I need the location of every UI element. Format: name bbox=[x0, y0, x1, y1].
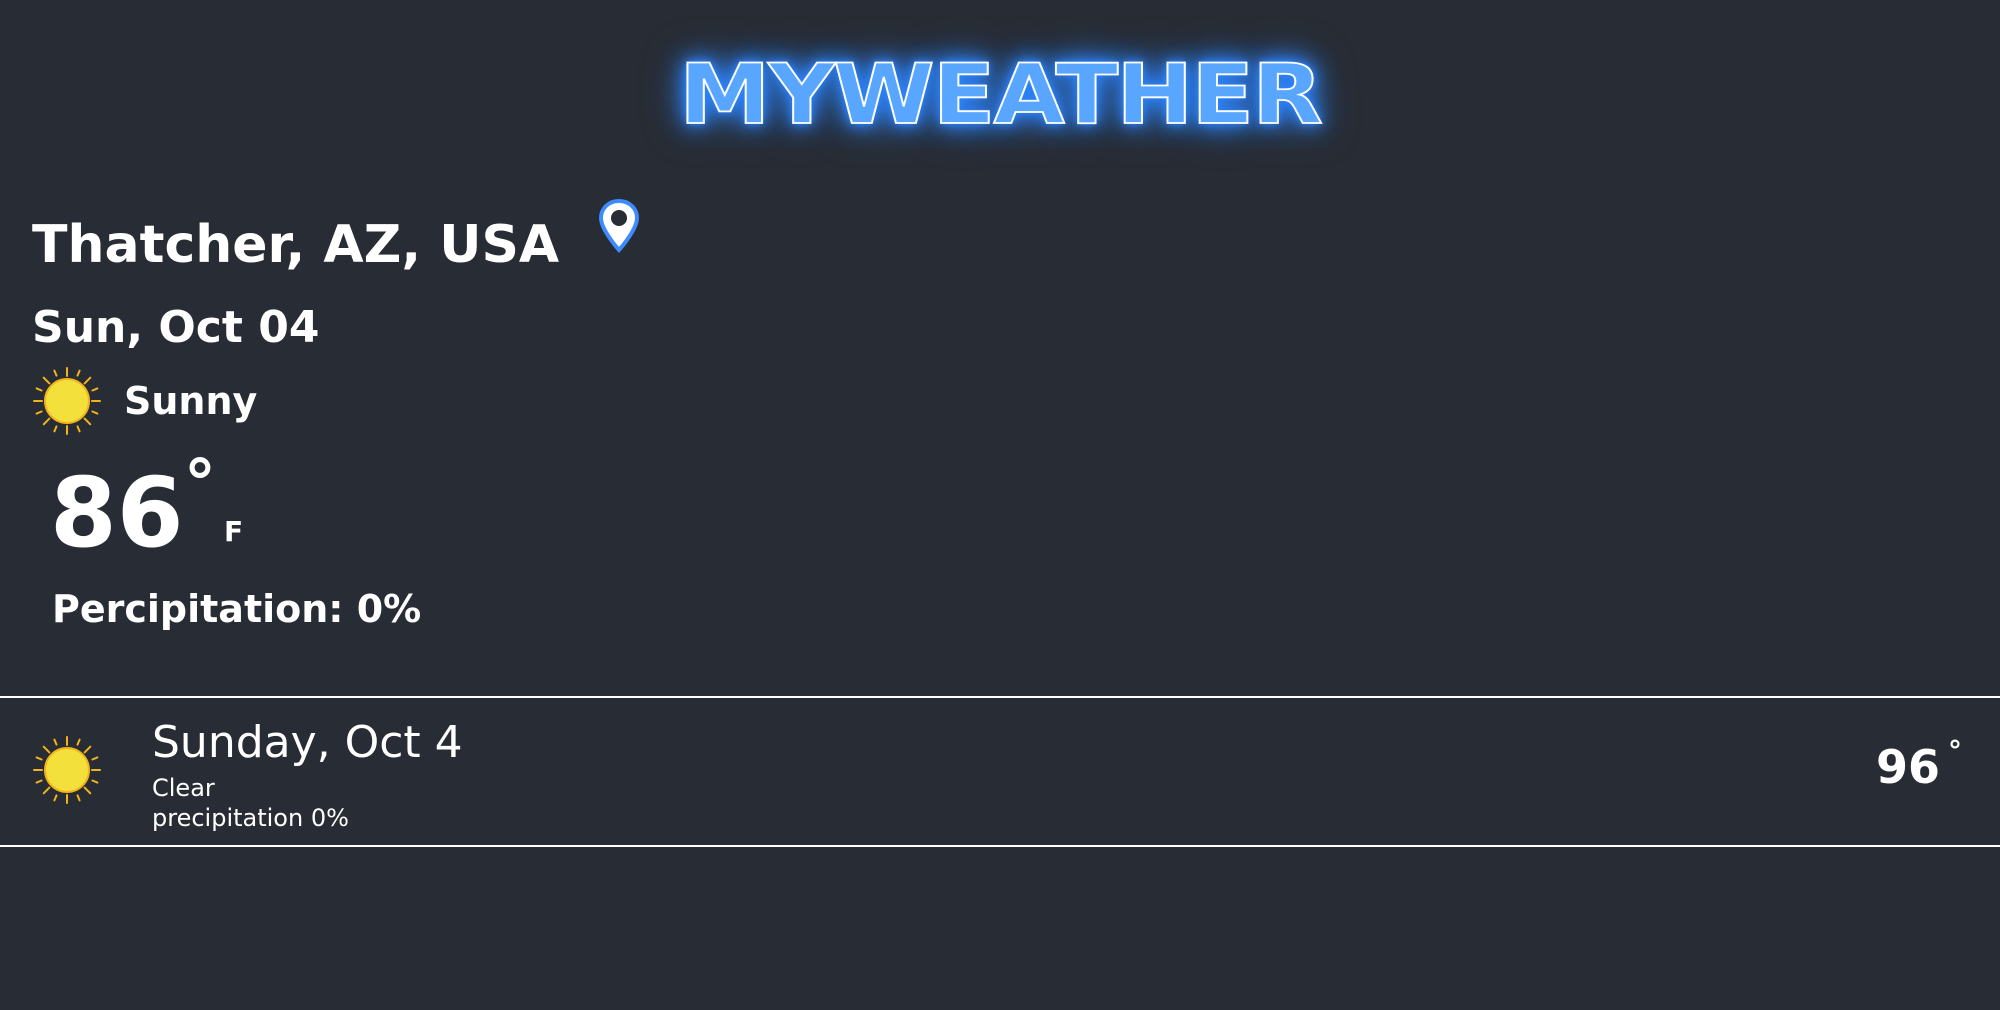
forecast-row: Sunday, Oct 4 Clear precipitation 0% 96 … bbox=[0, 699, 2000, 845]
app-logo: MYWEATHER bbox=[678, 46, 1324, 144]
sun-icon bbox=[33, 736, 101, 804]
current-date: Sun, Oct 04 bbox=[32, 302, 320, 353]
current-condition: Sunny bbox=[124, 379, 258, 423]
forecast-temperature: 96 bbox=[1875, 740, 1940, 794]
location-name: Thatcher, AZ, USA bbox=[32, 215, 560, 275]
forecast-precipitation: precipitation 0% bbox=[152, 804, 349, 832]
temperature-unit: F bbox=[224, 515, 244, 548]
sun-icon bbox=[33, 367, 101, 435]
map-pin-icon[interactable] bbox=[597, 198, 641, 254]
temperature-value: 86 bbox=[50, 457, 184, 569]
current-condition-row: Sunny bbox=[32, 366, 257, 436]
current-precipitation: Percipitation: 0% bbox=[52, 587, 422, 631]
weather-app: MYWEATHER Thatcher, AZ, USA Sun, Oct 04 bbox=[0, 0, 2000, 1010]
degree-symbol: ° bbox=[184, 447, 216, 521]
divider bbox=[0, 696, 2000, 698]
forecast-degree-symbol: ° bbox=[1948, 734, 1962, 767]
forecast-day: Sunday, Oct 4 bbox=[152, 717, 463, 768]
location-row: Thatcher, AZ, USA bbox=[32, 198, 641, 280]
divider bbox=[0, 845, 2000, 847]
forecast-condition: Clear bbox=[152, 774, 215, 802]
